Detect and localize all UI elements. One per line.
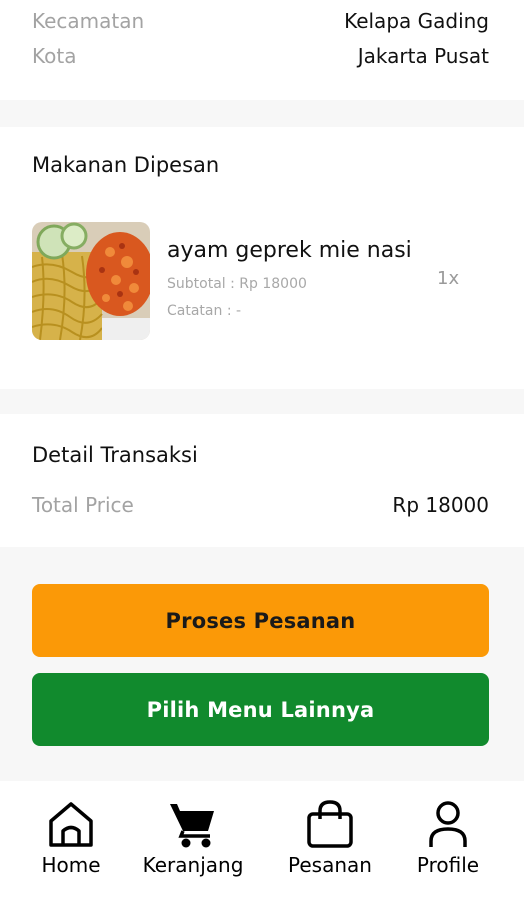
shopping-bag-icon <box>307 800 353 848</box>
kota-row: Kota Jakarta Pusat <box>32 43 489 69</box>
kota-value: Jakarta Pusat <box>357 44 489 68</box>
nav-cart-label: Keranjang <box>142 853 244 877</box>
total-price-row: Total Price Rp 18000 <box>32 491 489 519</box>
kota-label: Kota <box>32 44 77 68</box>
kecamatan-value: Kelapa Gading <box>344 9 489 33</box>
nav-orders[interactable]: Pesanan <box>284 799 376 877</box>
item-note: Catatan : - <box>167 303 242 319</box>
item-subtotal: Subtotal : Rp 18000 <box>167 276 307 292</box>
item-name: ayam geprek mie nasi <box>167 238 412 263</box>
cart-icon <box>170 804 214 848</box>
user-icon <box>429 801 467 847</box>
kecamatan-label: Kecamatan <box>32 9 145 33</box>
total-price-value: Rp 18000 <box>392 493 489 517</box>
item-quantity: 1x <box>437 268 460 289</box>
nav-orders-label: Pesanan <box>288 853 372 877</box>
food-image <box>32 222 150 340</box>
total-price-label: Total Price <box>32 493 134 517</box>
nav-profile[interactable]: Profile <box>413 799 483 877</box>
nav-profile-label: Profile <box>416 853 480 877</box>
bottom-navigation: Home Keranjang Pesanan Profile <box>0 781 524 900</box>
kecamatan-row: Kecamatan Kelapa Gading <box>32 8 489 34</box>
food-photo-icon <box>32 222 150 340</box>
transaction-card <box>0 414 524 547</box>
nav-home[interactable]: Home <box>40 799 102 877</box>
nav-cart[interactable]: Keranjang <box>143 799 243 877</box>
transaction-section-title: Detail Transaksi <box>32 443 198 467</box>
address-card: Kecamatan Kelapa Gading Kota Jakarta Pus… <box>0 0 524 100</box>
process-order-button[interactable]: Proses Pesanan <box>32 584 489 657</box>
order-section-title: Makanan Dipesan <box>32 153 220 177</box>
home-icon <box>49 802 93 847</box>
nav-home-label: Home <box>41 853 101 877</box>
choose-more-menu-button[interactable]: Pilih Menu Lainnya <box>32 673 489 746</box>
